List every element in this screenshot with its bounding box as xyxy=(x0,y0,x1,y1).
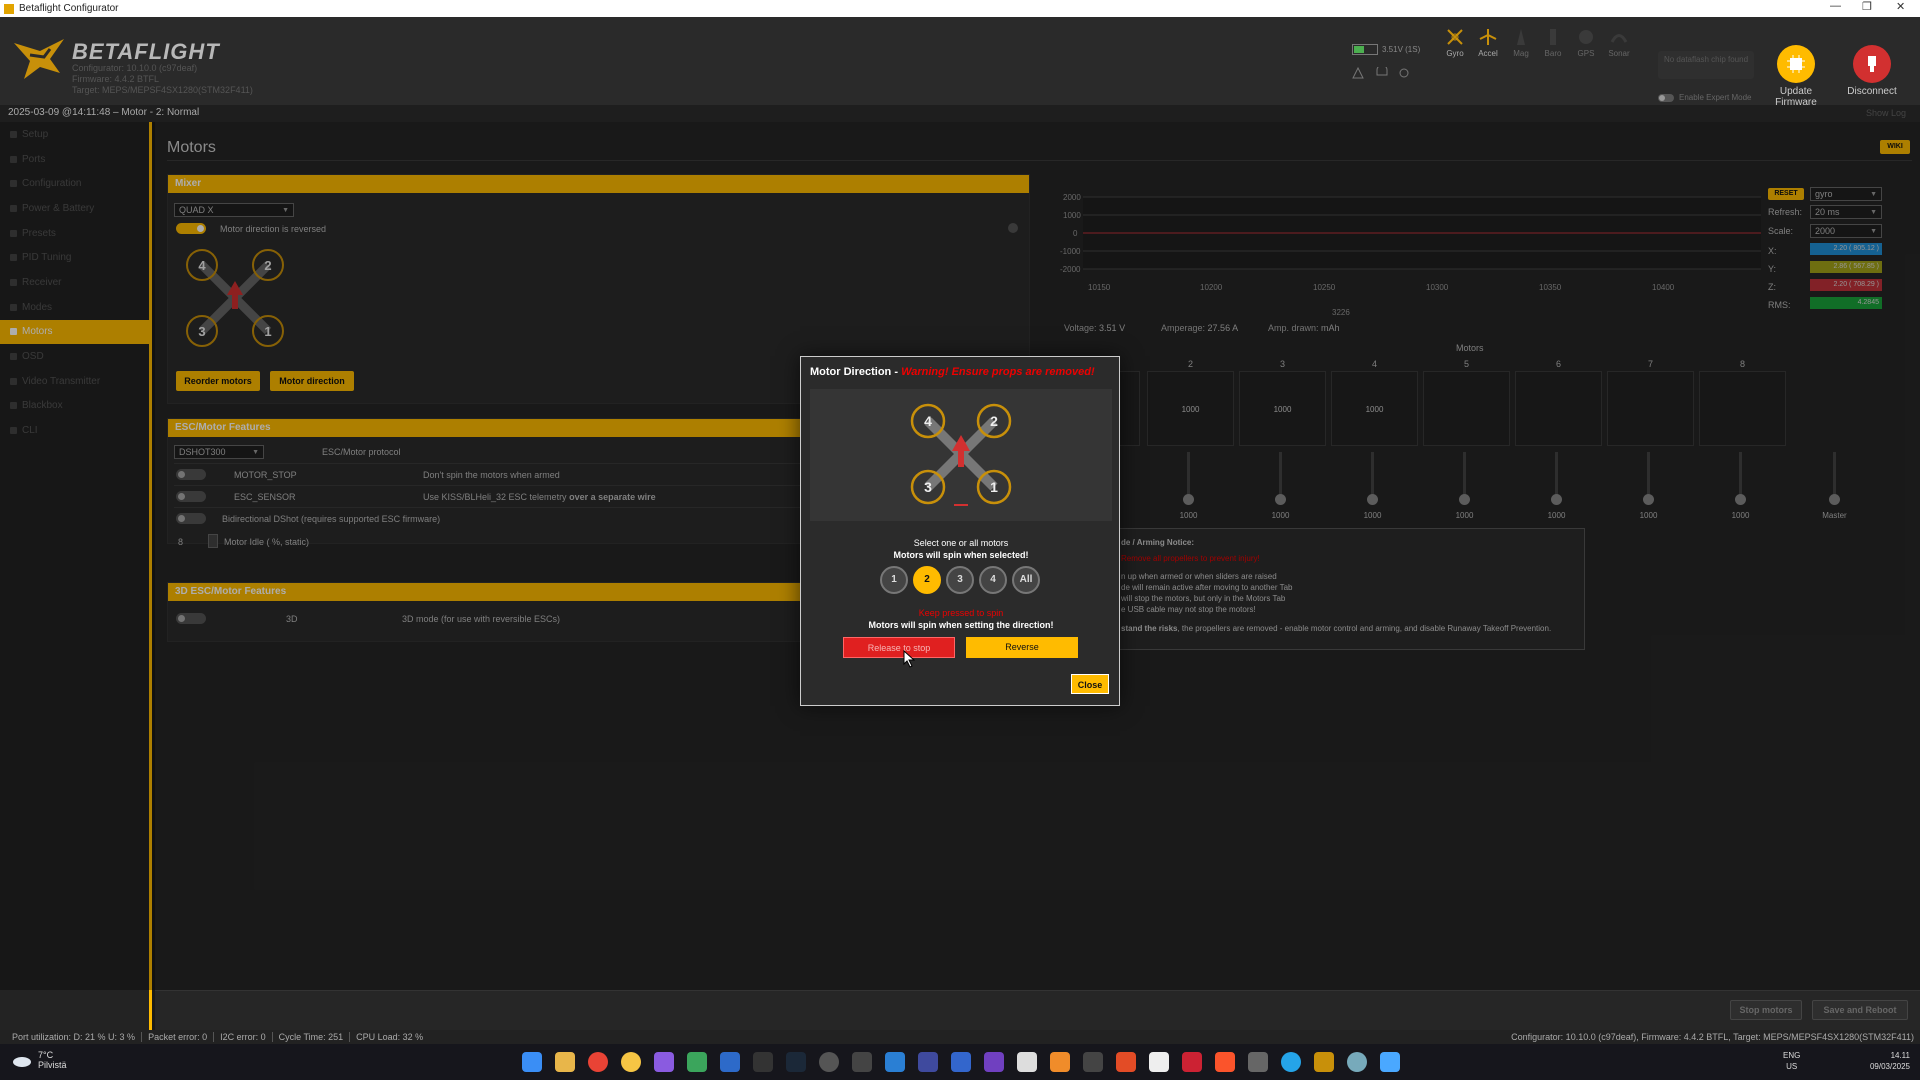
usb-plug-icon xyxy=(1853,45,1891,83)
footer-bar xyxy=(155,990,1920,1030)
window-titlebar: Betaflight Configurator — ❐ ✕ xyxy=(0,0,1920,17)
app-icon[interactable] xyxy=(654,1052,674,1072)
accel-icon xyxy=(1479,29,1497,45)
brand-name: BETAFLIGHT xyxy=(72,39,220,64)
app-icon[interactable] xyxy=(621,1052,641,1072)
version-status: Configurator: 10.10.0 (c97deaf), Firmwar… xyxy=(1511,1032,1914,1042)
dialog-title: Motor Direction - Warning! Ensure props … xyxy=(810,366,1095,378)
i2c-error: I2C error: 0 xyxy=(214,1032,273,1042)
header: BETAFLIGHT Configurator: 10.10.0 (c97dea… xyxy=(0,17,1920,108)
app-icon[interactable] xyxy=(918,1052,938,1072)
cpu-load: CPU Load: 32 % xyxy=(356,1032,424,1042)
vscode-icon[interactable] xyxy=(885,1052,905,1072)
cycle-time: Cycle Time: 251 xyxy=(273,1032,351,1042)
motor-3-button[interactable]: 3 xyxy=(946,566,974,594)
show-log-link[interactable]: Show Log xyxy=(1866,108,1906,118)
file-explorer-icon[interactable] xyxy=(555,1052,575,1072)
mouse-cursor-icon xyxy=(903,650,915,668)
hold-warning-text: Keep pressed to spin Motors will spin wh… xyxy=(868,608,1054,630)
notepad-icon[interactable] xyxy=(1380,1052,1400,1072)
sensor-baro: Baro xyxy=(1538,27,1568,72)
update-firmware-button[interactable]: Update Firmware xyxy=(1764,45,1828,108)
app-icon[interactable] xyxy=(687,1052,707,1072)
app-icon xyxy=(4,3,14,14)
chip-icon xyxy=(1777,45,1815,83)
app-icon[interactable] xyxy=(1248,1052,1268,1072)
gps-icon xyxy=(1579,30,1593,44)
app-icon[interactable] xyxy=(1017,1052,1037,1072)
sensor-sonar: Sonar xyxy=(1604,27,1634,72)
motor-1-button[interactable]: 1 xyxy=(880,566,908,594)
log-last-message: 2025-03-09 @14:11:48 – Motor - 2: Normal xyxy=(8,107,200,118)
svg-text:4: 4 xyxy=(924,413,932,429)
clock[interactable]: 14.11 09/03/2025 xyxy=(1870,1050,1910,1072)
reverse-button[interactable]: Reverse xyxy=(966,637,1078,658)
brave-icon[interactable] xyxy=(1215,1052,1235,1072)
app-icon[interactable] xyxy=(1149,1052,1169,1072)
port-utilization: Port utilization: D: 21 % U: 3 % xyxy=(6,1032,143,1042)
disconnect-button[interactable]: Disconnect xyxy=(1840,45,1904,97)
input-language[interactable]: ENG US xyxy=(1783,1050,1800,1072)
app-icon[interactable] xyxy=(753,1052,773,1072)
dialog-quad-diagram: 4 2 3 1 xyxy=(810,389,1112,521)
baro-icon xyxy=(1550,29,1556,45)
close-window-icon[interactable]: ✕ xyxy=(1896,0,1905,13)
app-icon[interactable] xyxy=(1050,1052,1070,1072)
cloud-icon xyxy=(13,1057,31,1067)
battery-icon xyxy=(1352,44,1378,55)
mag-icon xyxy=(1517,29,1525,45)
svg-text:3: 3 xyxy=(924,479,932,495)
sensor-gps: GPS xyxy=(1571,27,1601,72)
app-icon[interactable] xyxy=(720,1052,740,1072)
expert-mode-toggle[interactable]: Enable Expert Mode xyxy=(1658,93,1752,102)
motor-2-button[interactable]: 2 xyxy=(913,566,941,594)
release-to-stop-button[interactable]: Release to stop xyxy=(843,637,955,658)
status-icons xyxy=(1352,67,1409,79)
svg-text:1: 1 xyxy=(990,479,998,495)
app-icon[interactable] xyxy=(819,1052,839,1072)
app-icon[interactable] xyxy=(1347,1052,1367,1072)
motor-4-button[interactable]: 4 xyxy=(979,566,1007,594)
window-title: Betaflight Configurator xyxy=(19,3,119,14)
all-motors-button[interactable]: All xyxy=(1012,566,1040,594)
weather-widget[interactable]: 7°C Pilvistä xyxy=(12,1050,67,1070)
dialog-close-button[interactable]: Close xyxy=(1071,674,1109,694)
start-icon[interactable] xyxy=(522,1052,542,1072)
restore-icon[interactable]: ❐ xyxy=(1862,0,1872,13)
betaflight-logo-icon xyxy=(14,39,64,79)
app-icon[interactable] xyxy=(852,1052,872,1072)
svg-text:2: 2 xyxy=(990,413,998,429)
app-icon[interactable] xyxy=(984,1052,1004,1072)
sensor-accel: Accel xyxy=(1473,27,1503,72)
packet-error: Packet error: 0 xyxy=(142,1032,215,1042)
app-icon[interactable] xyxy=(1182,1052,1202,1072)
app-icon[interactable] xyxy=(1281,1052,1301,1072)
chrome-icon[interactable] xyxy=(588,1052,608,1072)
battery-indicator: 3.51V (1S) xyxy=(1352,44,1420,55)
gyro-icon xyxy=(1447,29,1463,45)
motor-direction-dialog: Motor Direction - Warning! Ensure props … xyxy=(800,356,1120,706)
app-icon[interactable] xyxy=(1083,1052,1103,1072)
sensor-mag: Mag xyxy=(1506,27,1536,72)
status-bar: Port utilization: D: 21 % U: 3 % Packet … xyxy=(0,1030,1920,1044)
quad-x-diagram: 4 2 3 1 xyxy=(910,403,1012,506)
sensor-gyro: Gyro xyxy=(1440,27,1470,72)
steam-icon[interactable] xyxy=(786,1052,806,1072)
version-info: Configurator: 10.10.0 (c97deaf) Firmware… xyxy=(72,63,253,95)
save-reboot-button[interactable]: Save and Reboot xyxy=(1812,1000,1908,1020)
app-icon[interactable] xyxy=(951,1052,971,1072)
dataflash-status: No dataflash chip found xyxy=(1658,51,1754,79)
log-status-line: 2025-03-09 @14:11:48 – Motor - 2: Normal… xyxy=(0,105,1920,122)
sonar-icon xyxy=(1610,34,1628,43)
expert-mode-switch[interactable] xyxy=(1658,93,1674,102)
minimize-icon[interactable]: — xyxy=(1830,0,1841,12)
select-motor-text: Select one or all motors Motors will spi… xyxy=(893,538,1029,560)
app-icon[interactable] xyxy=(1116,1052,1136,1072)
windows-taskbar: 7°C Pilvistä ENG US 14.11 09/03/2025 xyxy=(0,1044,1920,1080)
stop-motors-button[interactable]: Stop motors xyxy=(1730,1000,1802,1020)
betaflight-taskbar-icon[interactable] xyxy=(1314,1052,1334,1072)
